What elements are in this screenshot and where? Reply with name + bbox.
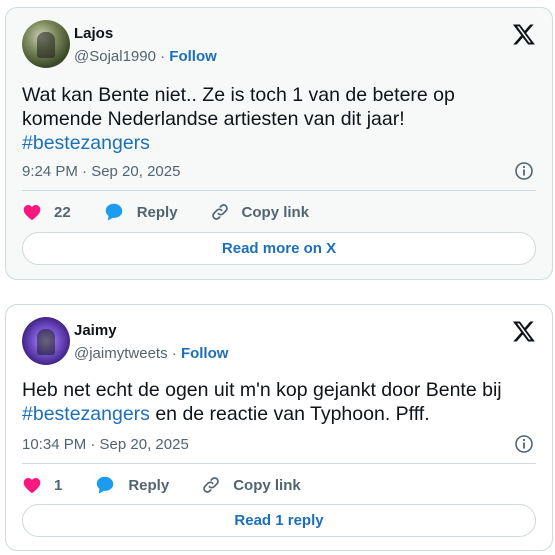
avatar[interactable] [22,20,70,68]
author-handle[interactable]: @jaimytweets [74,345,168,362]
reply-button[interactable]: Reply [94,474,169,496]
reply-label: Reply [128,476,170,494]
copy-link-button[interactable]: Copy link [210,202,310,222]
x-logo-icon[interactable] [512,22,536,46]
heart-icon [23,205,41,220]
tweet-text-before: Heb net echt de ogen uit m'n kop gejankt… [22,379,502,401]
hashtag-link[interactable]: #bestezangers [22,403,150,425]
follow-link[interactable]: Follow [169,48,217,65]
divider [22,190,536,191]
author-handle-line: @Sojal1990 · Follow [74,48,217,65]
tweet-text: Heb net echt de ogen uit m'n kop gejankt… [22,378,536,426]
reply-bubble-icon [97,476,114,494]
timestamp[interactable]: 10:34 PM · Sep 20, 2025 [22,436,189,453]
read-replies-button[interactable]: Read 1 reply [22,504,536,537]
follow-link[interactable]: Follow [181,345,229,362]
tweet-text-main: Wat kan Bente niet.. Ze is toch 1 van de… [22,84,455,130]
link-icon [211,204,228,220]
separator: · [155,48,170,65]
tweet-text-after: en de reactie van Typhoon. Pfff. [149,403,430,425]
tweet-card: Lajos @Sojal1990 · Follow Wat kan Bente … [5,7,553,280]
read-more-button[interactable]: Read more on X [22,232,536,265]
info-icon[interactable] [514,161,534,181]
like-count: 22 [54,203,71,221]
like-button[interactable]: 1 [22,475,62,495]
heart-icon [23,478,41,493]
author-name[interactable]: Jaimy [74,322,117,339]
divider [22,463,536,464]
x-logo-icon[interactable] [512,319,536,343]
reply-label: Reply [136,203,178,221]
like-count: 1 [54,476,63,494]
info-icon[interactable] [514,434,534,454]
link-icon [203,477,219,493]
action-bar: 1 Reply Copy link [22,473,536,497]
action-bar: 22 Reply Copy link [22,200,536,224]
separator: · [167,345,181,362]
like-button[interactable]: 22 [22,202,71,222]
timestamp[interactable]: 9:24 PM · Sep 20, 2025 [22,163,180,180]
reply-button[interactable]: Reply [103,201,178,223]
author-name[interactable]: Lajos [74,25,113,42]
copy-link-label: Copy link [233,476,301,494]
tweet-text: Wat kan Bente niet.. Ze is toch 1 van de… [22,83,536,155]
reply-bubble-icon [105,203,122,221]
author-handle-line: @jaimytweets · Follow [74,345,228,362]
copy-link-label: Copy link [241,203,310,221]
hashtag-link[interactable]: #bestezangers [22,132,150,154]
copy-link-button[interactable]: Copy link [201,475,301,495]
avatar[interactable] [22,317,70,365]
author-handle[interactable]: @Sojal1990 [74,48,156,65]
tweet-card: Jaimy @jaimytweets · Follow Heb net echt… [5,304,553,551]
